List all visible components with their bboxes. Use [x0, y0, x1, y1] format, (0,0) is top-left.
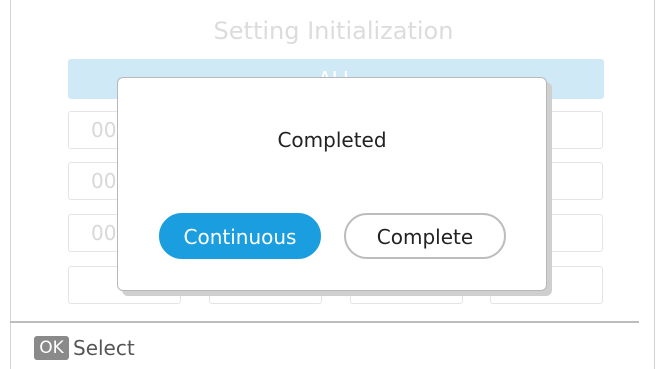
setting-cell-label: 00	[91, 118, 117, 142]
dialog-message: Completed	[277, 128, 387, 152]
ok-key-icon: OK	[34, 336, 69, 360]
setting-cell-label: 00	[91, 169, 117, 193]
complete-button[interactable]: Complete	[344, 213, 506, 259]
completed-dialog: Completed Continuous Complete	[117, 77, 547, 291]
setting-cell-label: 00	[91, 221, 117, 245]
footer-action-label: Select	[73, 336, 135, 360]
page-title: Setting Initialization	[213, 17, 454, 45]
continuous-button[interactable]: Continuous	[159, 213, 321, 259]
footer-divider	[10, 321, 639, 323]
settings-screen: Setting Initialization ALL 00 00 00 Comp…	[0, 0, 667, 369]
